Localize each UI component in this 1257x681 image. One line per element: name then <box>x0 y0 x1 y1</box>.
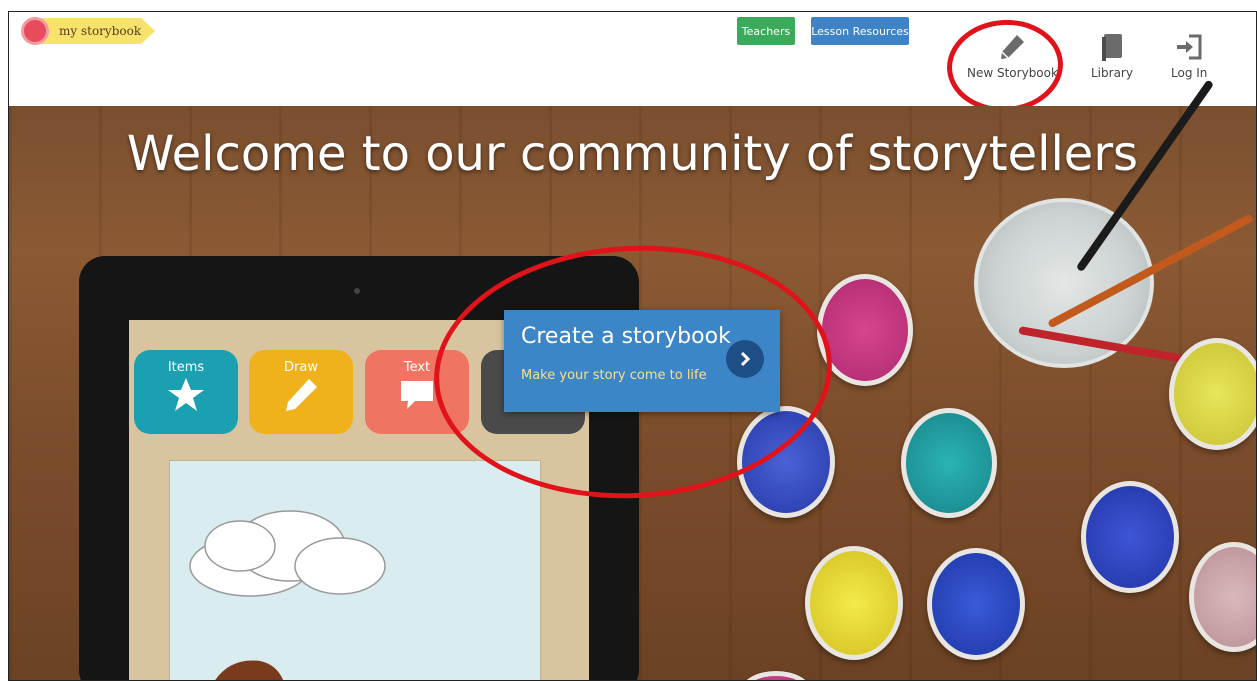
text-tile-label: Text <box>403 360 431 375</box>
login-label: Log In <box>1171 66 1208 80</box>
hero-title: Welcome to our community of storytellers <box>126 126 1139 182</box>
character-hair-illustration <box>215 660 284 680</box>
library-nav[interactable]: Library <box>1091 32 1133 80</box>
draw-tile: Draw <box>249 350 353 434</box>
library-label: Library <box>1091 66 1133 80</box>
items-tile-label: Items <box>167 360 205 375</box>
sign-in-icon <box>1177 34 1202 60</box>
paint-pot <box>1169 338 1256 450</box>
login-nav[interactable]: Log In <box>1171 32 1207 80</box>
paint-pot <box>1189 542 1256 652</box>
paint-pot <box>927 548 1025 660</box>
storybook-page <box>169 460 541 680</box>
paint-pot <box>1081 481 1179 593</box>
star-icon <box>168 378 204 411</box>
paint-pot <box>741 671 811 680</box>
logo-eraser-icon <box>21 17 49 45</box>
logo-text: my storybook <box>39 18 156 44</box>
top-navigation-bar: my storybook Teachers Lesson Resources N… <box>9 12 1256 116</box>
browser-frame: my storybook Teachers Lesson Resources N… <box>8 11 1257 681</box>
paint-pot <box>901 408 997 518</box>
items-tile: Items <box>134 350 238 434</box>
hero-section: Items Draw Text E <box>9 79 1256 680</box>
draw-tile-label: Draw <box>284 360 318 375</box>
teachers-button[interactable]: Teachers <box>737 17 795 45</box>
lesson-resources-button[interactable]: Lesson Resources <box>811 17 909 45</box>
tablet-camera <box>354 288 360 294</box>
paint-pot <box>805 546 903 660</box>
pencil-icon <box>286 379 317 411</box>
site-logo[interactable]: my storybook <box>21 16 156 46</box>
speech-bubble-icon <box>401 381 433 409</box>
cloud-illustration <box>189 510 386 597</box>
book-icon <box>1101 34 1122 61</box>
